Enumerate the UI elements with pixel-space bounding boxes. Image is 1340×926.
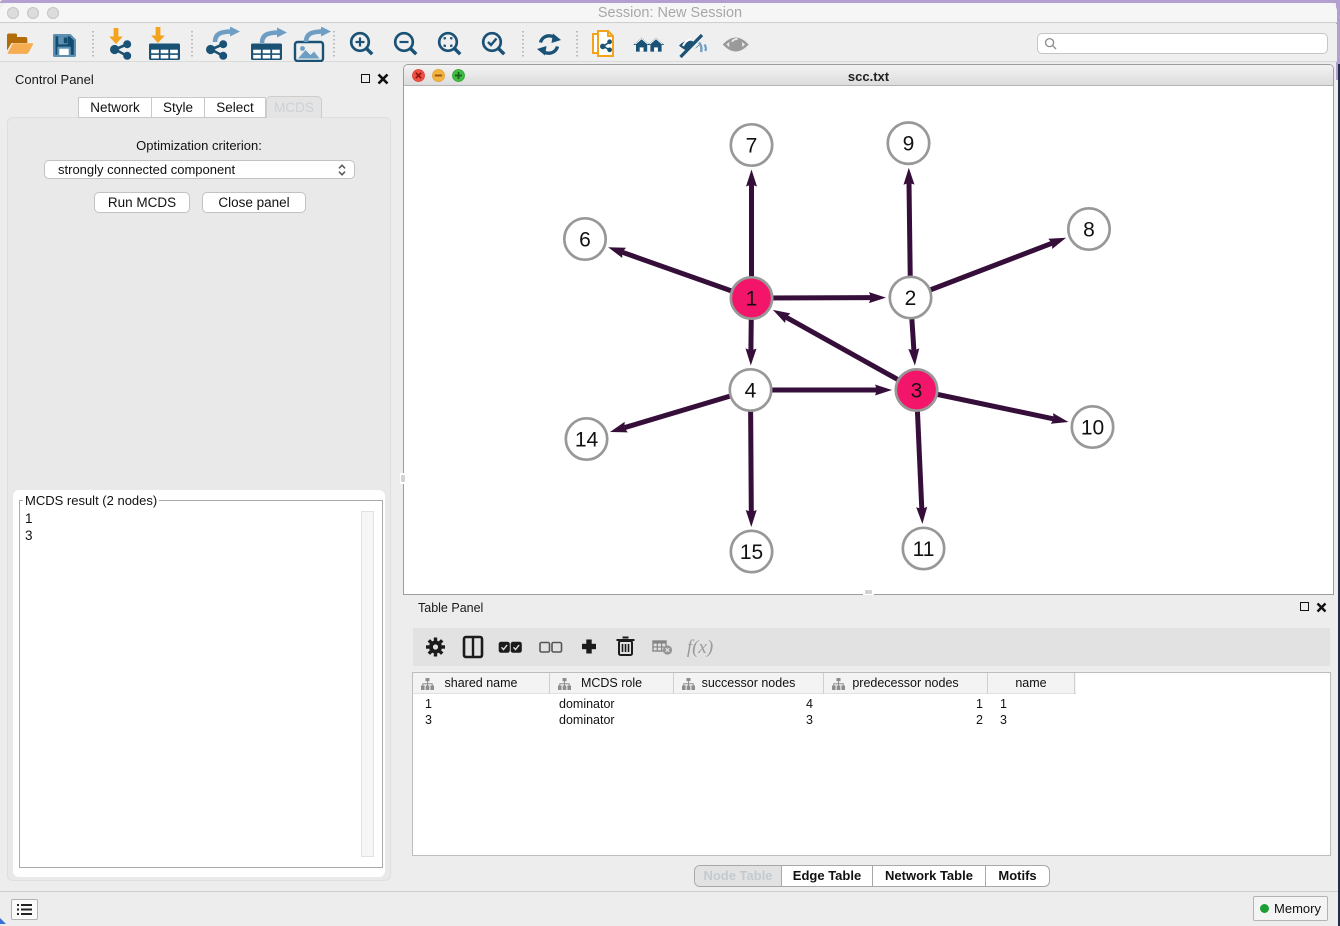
svg-text:15: 15 bbox=[740, 541, 763, 564]
svg-text:11: 11 bbox=[913, 538, 935, 561]
svg-text:f(x): f(x) bbox=[687, 637, 713, 658]
svg-text:7: 7 bbox=[746, 135, 758, 158]
svg-text:3: 3 bbox=[911, 380, 923, 403]
svg-text:2: 2 bbox=[905, 287, 917, 310]
svg-text:9: 9 bbox=[903, 133, 915, 156]
svg-text:4: 4 bbox=[745, 380, 757, 403]
svg-text:8: 8 bbox=[1083, 219, 1095, 242]
svg-text:6: 6 bbox=[579, 229, 591, 252]
svg-text:14: 14 bbox=[575, 429, 599, 452]
svg-text:1: 1 bbox=[746, 288, 758, 311]
svg-text:10: 10 bbox=[1081, 417, 1104, 440]
